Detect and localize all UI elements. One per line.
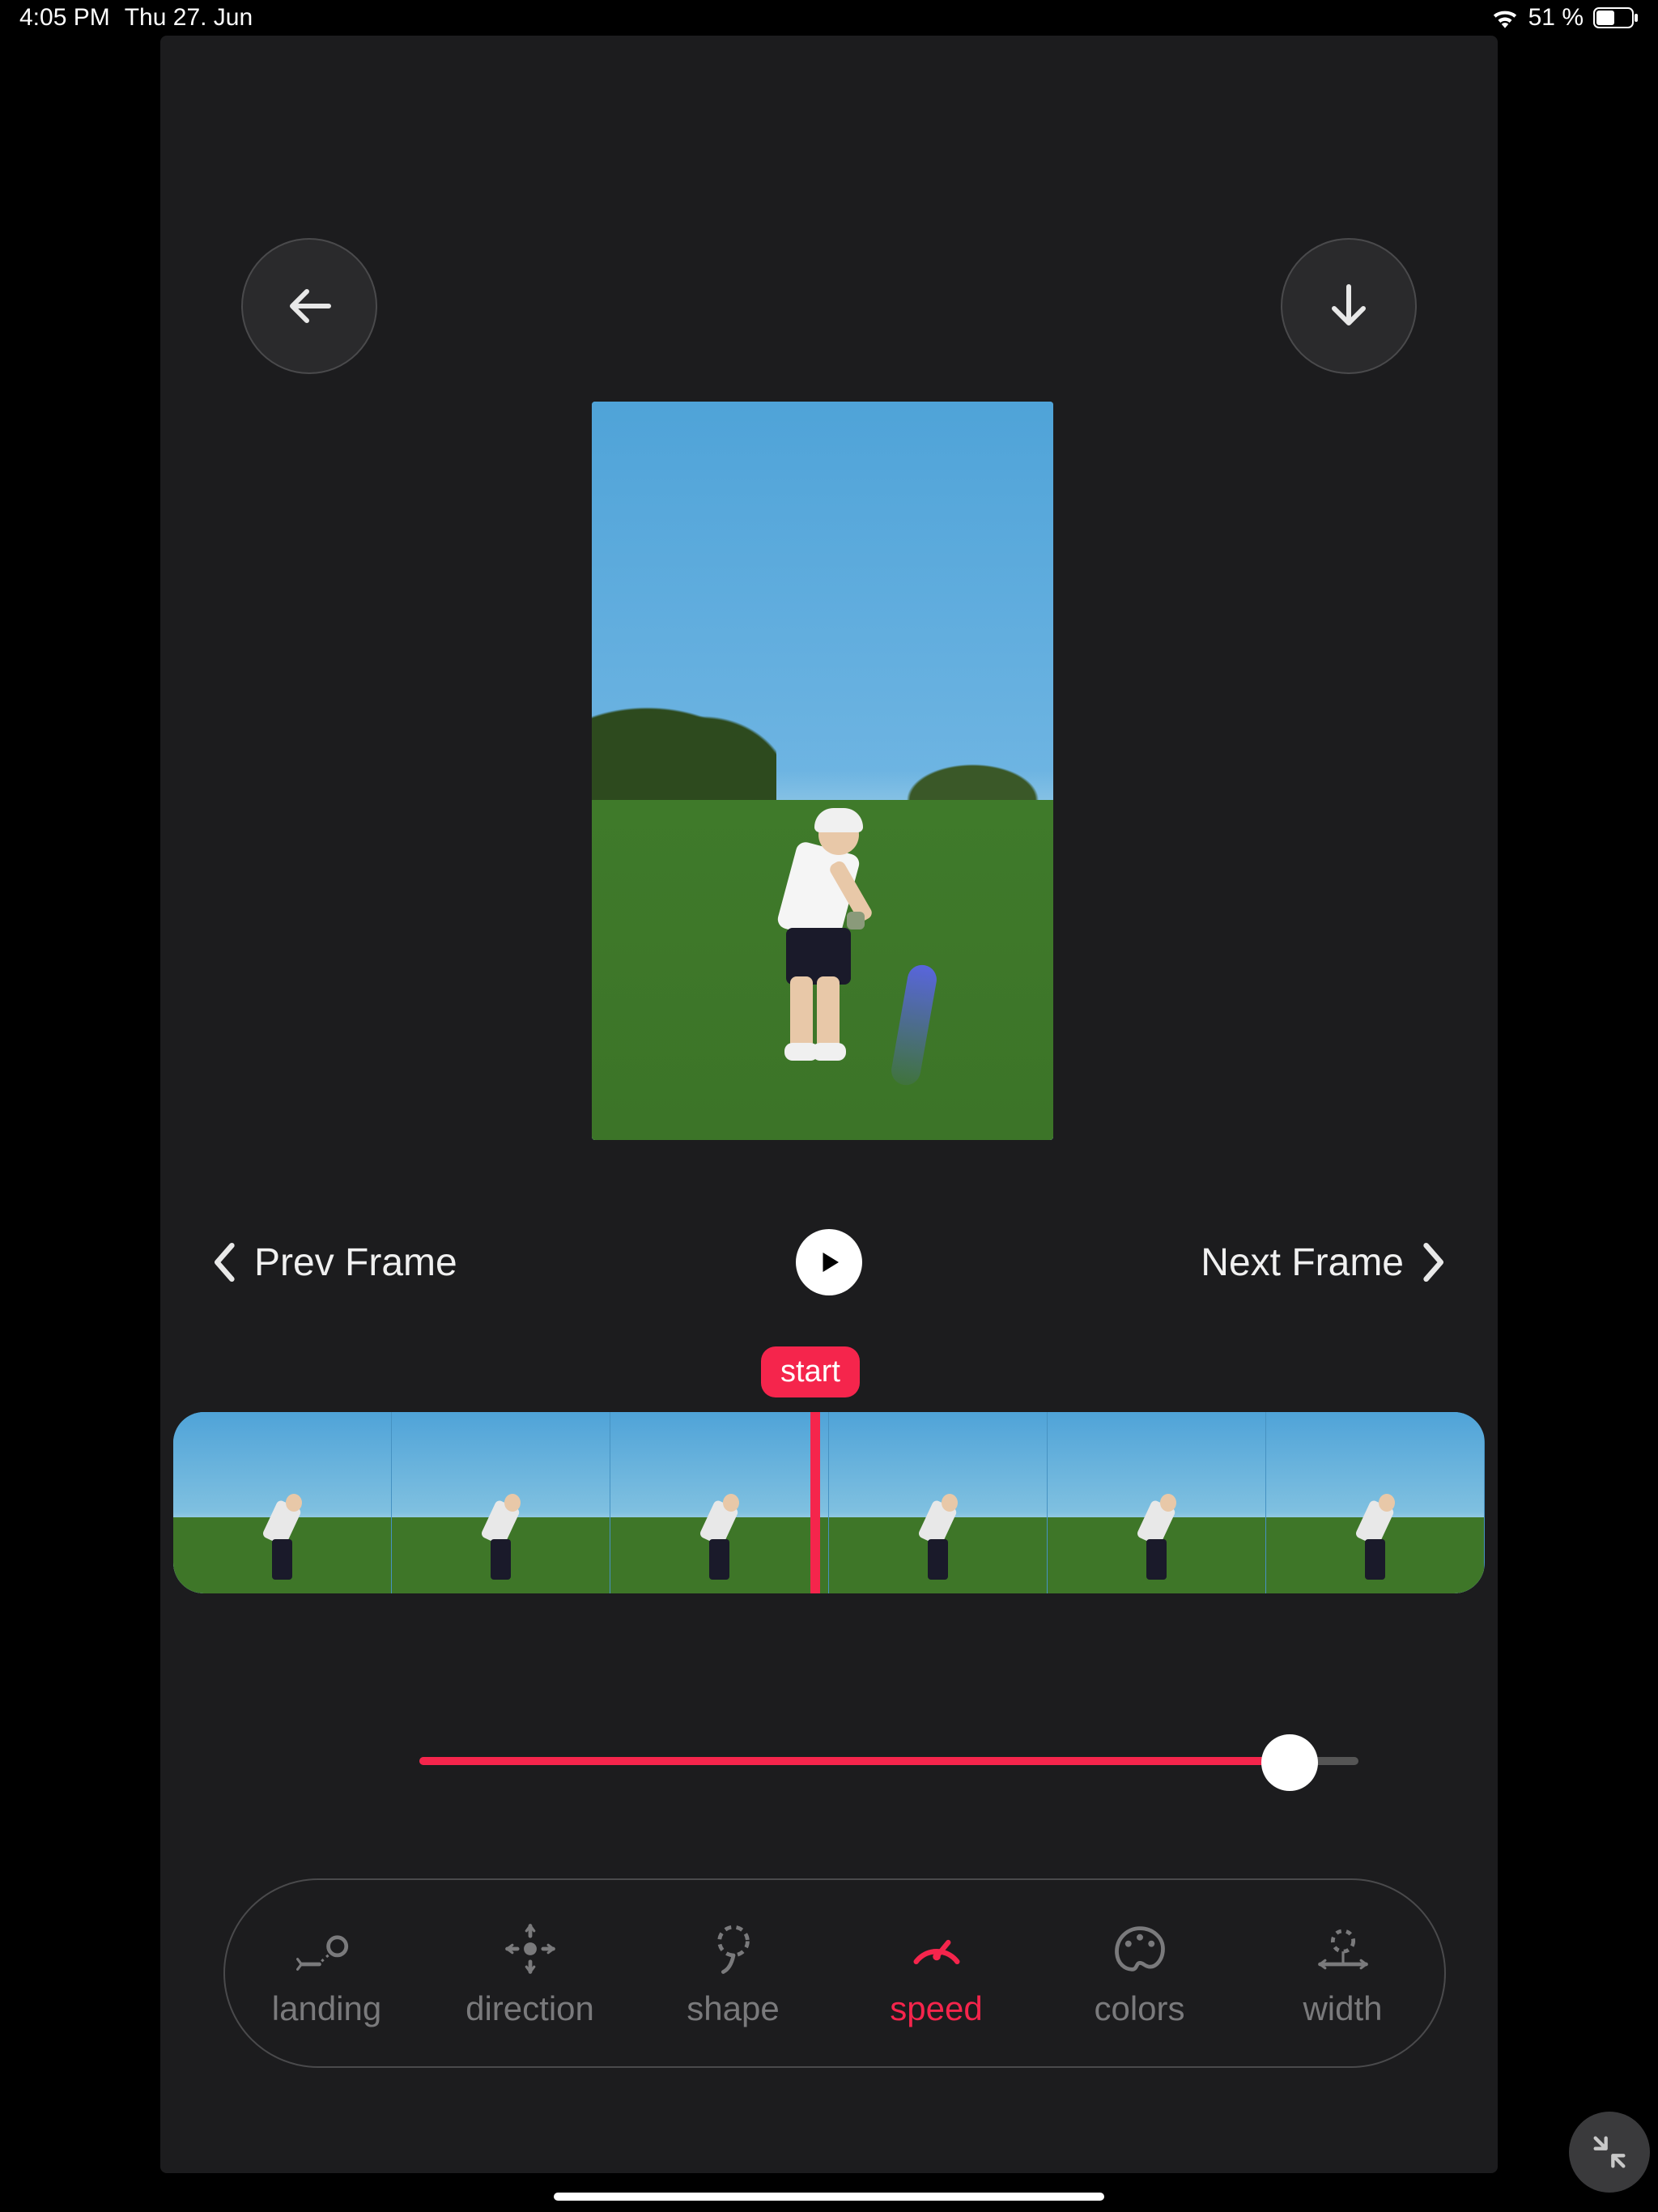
wifi-icon (1491, 7, 1519, 28)
timeline-thumb[interactable] (1266, 1412, 1485, 1593)
tool-label: width (1303, 1989, 1382, 2028)
back-button[interactable] (241, 238, 377, 374)
play-icon (814, 1248, 844, 1277)
tool-width[interactable]: width (1241, 1918, 1444, 2028)
next-frame-button[interactable]: Next Frame (1201, 1240, 1449, 1285)
timeline-thumb[interactable] (610, 1412, 829, 1593)
slider-fill (419, 1757, 1286, 1765)
slider-thumb[interactable] (1261, 1734, 1318, 1791)
timeline-thumb[interactable] (829, 1412, 1048, 1593)
colors-icon (1109, 1918, 1171, 1980)
landing-icon (296, 1918, 358, 1980)
arrow-down-icon (1320, 277, 1378, 335)
timeline-thumb[interactable] (392, 1412, 610, 1593)
width-icon (1312, 1918, 1374, 1980)
status-battery: 51 % (1528, 4, 1584, 32)
tool-colors[interactable]: colors (1038, 1918, 1241, 2028)
status-date: Thu 27. Jun (125, 4, 253, 32)
tool-shape[interactable]: shape (631, 1918, 835, 2028)
play-button[interactable] (796, 1229, 862, 1295)
tool-label: speed (890, 1989, 982, 2028)
speed-icon (906, 1918, 967, 1980)
frame-navigation: Prev Frame Next Frame (160, 1226, 1498, 1299)
chevron-right-icon (1420, 1241, 1449, 1283)
start-marker-label: start (780, 1355, 840, 1389)
prev-frame-button[interactable]: Prev Frame (209, 1240, 457, 1285)
chevron-left-icon (209, 1241, 238, 1283)
download-button[interactable] (1281, 238, 1417, 374)
timeline-thumb[interactable] (1048, 1412, 1266, 1593)
frame-timeline[interactable] (173, 1412, 1485, 1593)
speed-slider[interactable] (419, 1728, 1358, 1793)
timeline-thumb[interactable] (173, 1412, 392, 1593)
app-panel: Prev Frame Next Frame start landing (160, 36, 1498, 2173)
minimize-button[interactable] (1569, 2112, 1650, 2193)
status-bar: 4:05 PM Thu 27. Jun 51 % (0, 0, 1658, 36)
tool-landing[interactable]: landing (225, 1918, 428, 2028)
tool-tabs: landing direction shape speed colors wid… (223, 1878, 1446, 2068)
home-indicator[interactable] (554, 2193, 1104, 2201)
arrow-left-icon (280, 277, 338, 335)
minimize-icon (1588, 2131, 1630, 2173)
status-time: 4:05 PM (19, 4, 110, 32)
timeline-playhead[interactable] (810, 1412, 820, 1593)
battery-icon (1593, 7, 1639, 28)
next-frame-label: Next Frame (1201, 1240, 1404, 1285)
tool-label: shape (687, 1989, 779, 2028)
tool-speed[interactable]: speed (835, 1918, 1038, 2028)
tool-label: direction (466, 1989, 594, 2028)
tool-label: landing (272, 1989, 381, 2028)
prev-frame-label: Prev Frame (254, 1240, 457, 1285)
start-marker[interactable]: start (761, 1346, 860, 1397)
tool-direction[interactable]: direction (428, 1918, 631, 2028)
direction-icon (500, 1918, 561, 1980)
shape-icon (703, 1918, 764, 1980)
video-preview[interactable] (592, 402, 1053, 1140)
tool-label: colors (1094, 1989, 1184, 2028)
